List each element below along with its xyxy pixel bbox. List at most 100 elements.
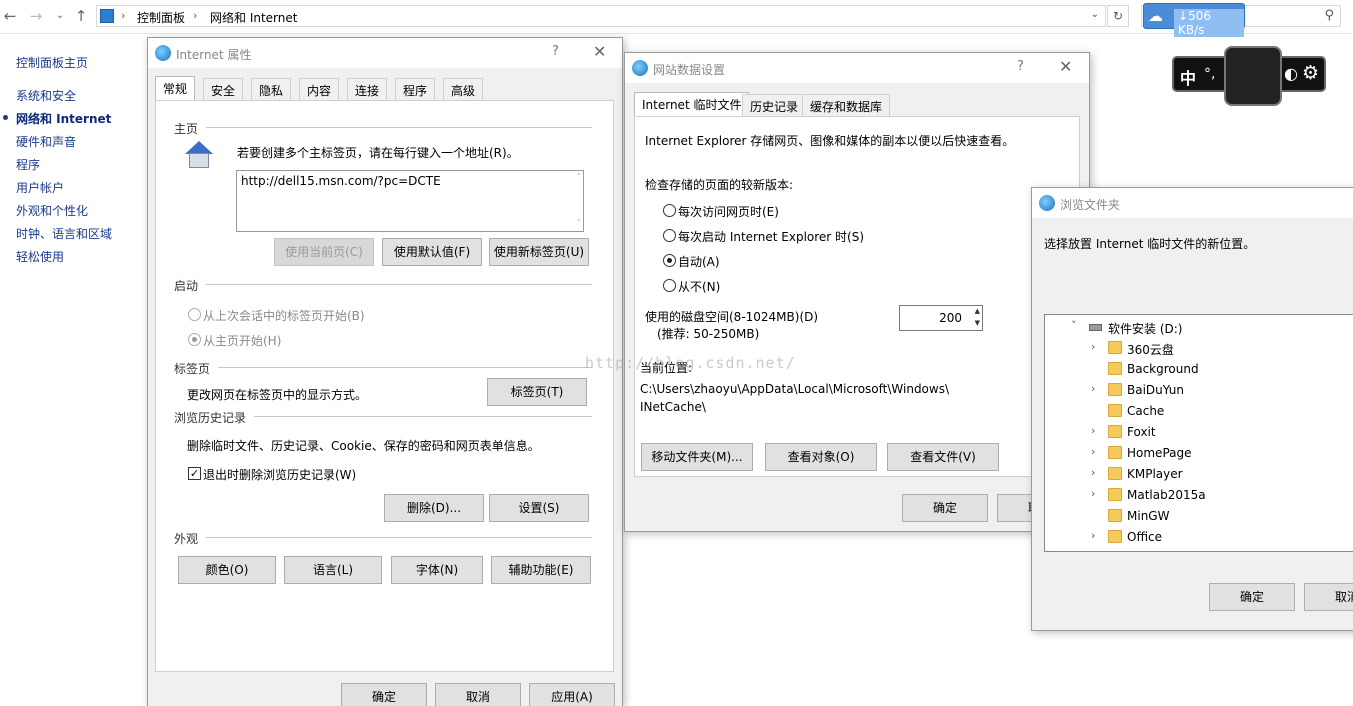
- disk-space-stepper[interactable]: 200 ▲ ▼: [899, 305, 983, 331]
- sidebar-item-appearance[interactable]: 外观和个性化: [16, 202, 88, 219]
- breadcrumb-control-panel[interactable]: 控制面板: [137, 9, 185, 26]
- address-dropdown-icon[interactable]: ⌄: [1091, 9, 1099, 20]
- tab-security[interactable]: 安全: [203, 78, 244, 100]
- colors-button[interactable]: 颜色(O): [178, 556, 276, 584]
- tree-folder-item[interactable]: › BaiDuYun: [1045, 380, 1353, 400]
- accessibility-button[interactable]: 辅助功能(E): [491, 556, 591, 584]
- sidebar-item-programs[interactable]: 程序: [16, 156, 40, 173]
- network-speed-widget[interactable]: ☁ ↓506 KB/s: [1143, 3, 1245, 37]
- up-arrow-icon[interactable]: ↑: [71, 6, 91, 26]
- tab-general[interactable]: 常规: [155, 76, 196, 100]
- tab-content[interactable]: 内容: [299, 78, 340, 100]
- tab-programs[interactable]: 程序: [395, 78, 436, 100]
- folder-label: Foxit: [1127, 425, 1156, 439]
- use-new-tab-button[interactable]: 使用新标签页(U): [489, 238, 589, 266]
- refresh-icon[interactable]: ↻: [1107, 5, 1129, 27]
- check-auto-radio[interactable]: [663, 254, 676, 267]
- tabs-settings-button[interactable]: 标签页(T): [487, 378, 587, 406]
- forward-arrow-icon[interactable]: →: [26, 6, 46, 26]
- scroll-up-icon[interactable]: ˄: [577, 173, 582, 183]
- tab-advanced[interactable]: 高级: [443, 78, 484, 100]
- scroll-down-icon[interactable]: ˅: [577, 219, 582, 229]
- tab-connections[interactable]: 连接: [347, 78, 388, 100]
- chevron-right-icon[interactable]: ›: [1091, 445, 1095, 458]
- cancel-button[interactable]: 取消: [435, 683, 521, 706]
- sidebar-item-clock-region[interactable]: 时钟、语言和区域: [16, 225, 112, 242]
- tree-folder-item[interactable]: › KMPlayer: [1045, 464, 1353, 484]
- help-icon[interactable]: ?: [1017, 59, 1024, 74]
- view-objects-button[interactable]: 查看对象(O): [765, 443, 877, 471]
- chevron-right-icon[interactable]: ›: [1091, 529, 1095, 542]
- chevron-right-icon[interactable]: ›: [1091, 487, 1095, 500]
- watermark: http://blog.csdn.net/: [585, 354, 796, 372]
- tree-folder-item[interactable]: › Matlab2015a: [1045, 485, 1353, 505]
- chevron-right-icon[interactable]: ›: [1091, 340, 1095, 353]
- back-arrow-icon[interactable]: ←: [0, 6, 20, 26]
- chevron-right-icon[interactable]: ›: [1091, 424, 1095, 437]
- ime-punct-label[interactable]: °,: [1204, 66, 1215, 82]
- gear-icon[interactable]: ⚙: [1302, 62, 1319, 84]
- stepper-up-icon[interactable]: ▲: [975, 307, 980, 315]
- languages-button[interactable]: 语言(L): [284, 556, 382, 584]
- temp-files-intro: Internet Explorer 存储网页、图像和媒体的副本以便以后快速查看。: [645, 134, 1015, 148]
- folder-label: Office: [1127, 530, 1163, 544]
- delete-on-exit-checkbox[interactable]: ✓: [188, 467, 201, 480]
- help-icon[interactable]: ?: [552, 44, 559, 59]
- startup-home-radio[interactable]: [188, 333, 201, 346]
- moon-icon[interactable]: ◐: [1284, 64, 1298, 83]
- cancel-button[interactable]: 取消: [1304, 583, 1353, 611]
- chevron-right-icon[interactable]: ›: [1091, 466, 1095, 479]
- sidebar-item-home[interactable]: 控制面板主页: [16, 54, 88, 71]
- history-settings-button[interactable]: 设置(S): [489, 494, 589, 522]
- tab-privacy[interactable]: 隐私: [251, 78, 292, 100]
- website-data-titlebar[interactable]: 网站数据设置 ? ✕: [625, 53, 1089, 83]
- sidebar-item-hardware-sound[interactable]: 硬件和声音: [16, 133, 76, 150]
- view-files-button[interactable]: 查看文件(V): [887, 443, 999, 471]
- ok-button[interactable]: 确定: [1209, 583, 1295, 611]
- check-every-start-radio[interactable]: [663, 229, 676, 242]
- recent-dropdown-icon[interactable]: ⌄: [50, 6, 70, 26]
- disk-space-value[interactable]: 200: [939, 311, 962, 325]
- sidebar-item-user-accounts[interactable]: 用户帐户: [16, 179, 64, 196]
- tab-temporary-files[interactable]: Internet 临时文件: [634, 92, 750, 116]
- startup-last-session-radio[interactable]: [188, 308, 201, 321]
- breadcrumb-network-internet[interactable]: 网络和 Internet: [210, 9, 297, 26]
- sidebar-item-system-security[interactable]: 系统和安全: [16, 87, 76, 104]
- chevron-right-icon[interactable]: ›: [1091, 382, 1095, 395]
- ok-button[interactable]: 确定: [902, 494, 988, 522]
- delete-history-button[interactable]: 删除(D)...: [384, 494, 484, 522]
- move-folder-button[interactable]: 移动文件夹(M)...: [641, 443, 753, 471]
- check-every-visit-radio[interactable]: [663, 204, 676, 217]
- sidebar-item-ease-of-access[interactable]: 轻松使用: [16, 248, 64, 265]
- check-never-radio[interactable]: [663, 279, 676, 292]
- tree-folder-item[interactable]: › Office: [1045, 527, 1353, 547]
- close-icon[interactable]: ✕: [593, 42, 606, 61]
- tree-drive-item[interactable]: ˅ 软件安装 (D:): [1045, 317, 1353, 337]
- ime-toolbar[interactable]: 中 °, ◐ ⚙: [1172, 46, 1326, 106]
- tree-folder-item[interactable]: Cache: [1045, 401, 1353, 421]
- tab-caches-databases[interactable]: 缓存和数据库: [802, 94, 891, 116]
- tab-history[interactable]: 历史记录: [742, 94, 807, 116]
- home-pages-textarea[interactable]: http://dell15.msn.com/?pc=DCTE ˄ ˅: [236, 170, 584, 232]
- fonts-button[interactable]: 字体(N): [391, 556, 483, 584]
- tree-folder-item[interactable]: Background: [1045, 359, 1353, 379]
- ime-mode-label[interactable]: 中: [1180, 65, 1196, 89]
- chevron-down-icon[interactable]: ˅: [1071, 319, 1077, 332]
- search-icon[interactable]: ⚲: [1324, 8, 1334, 23]
- folder-tree[interactable]: ˅ 软件安装 (D:) › 360云盘 Background › BaiDuYun Cac…: [1044, 314, 1353, 552]
- ok-button[interactable]: 确定: [341, 683, 427, 706]
- tree-folder-item[interactable]: › HomePage: [1045, 443, 1353, 463]
- browse-folder-titlebar[interactable]: 浏览文件夹: [1032, 188, 1353, 218]
- stepper-down-icon[interactable]: ▼: [975, 319, 980, 327]
- address-bar[interactable]: › 控制面板 › 网络和 Internet ⌄: [96, 5, 1106, 27]
- close-icon[interactable]: ✕: [1059, 57, 1072, 76]
- folder-icon: [1108, 362, 1122, 375]
- tree-folder-item[interactable]: › 360云盘: [1045, 338, 1353, 358]
- internet-properties-titlebar[interactable]: Internet 属性 ? ✕: [148, 38, 622, 68]
- apply-button[interactable]: 应用(A): [529, 683, 615, 706]
- use-default-button[interactable]: 使用默认值(F): [382, 238, 482, 266]
- tree-folder-item[interactable]: MinGW: [1045, 506, 1353, 526]
- use-current-button[interactable]: 使用当前页(C): [274, 238, 374, 266]
- sidebar-item-network-internet[interactable]: 网络和 Internet: [16, 110, 111, 127]
- tree-folder-item[interactable]: › Foxit: [1045, 422, 1353, 442]
